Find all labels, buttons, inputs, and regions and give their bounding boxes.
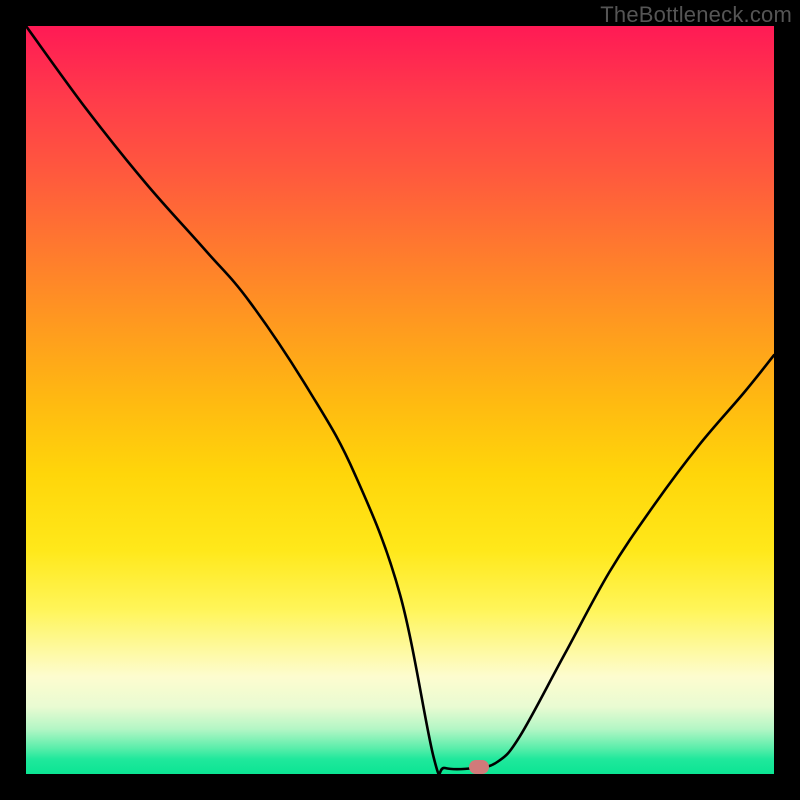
bottleneck-curve (26, 26, 774, 774)
watermark-text: TheBottleneck.com (600, 2, 792, 28)
plot-area (26, 26, 774, 774)
chart-container: TheBottleneck.com (0, 0, 800, 800)
curve-svg (26, 26, 774, 774)
optimal-marker (469, 760, 489, 774)
